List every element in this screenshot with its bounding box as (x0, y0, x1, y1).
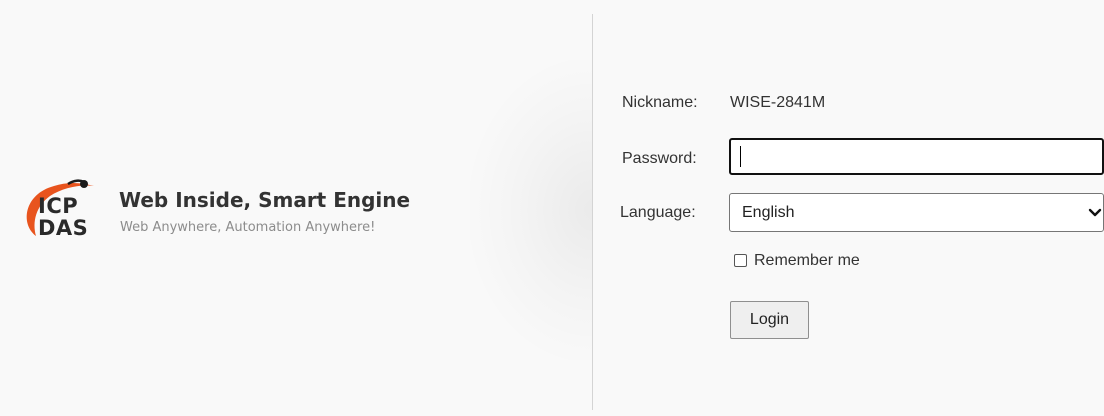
vertical-divider (592, 14, 593, 410)
password-label: Password: (622, 150, 697, 167)
logo-text-das: DAS (38, 216, 89, 240)
language-label: Language: (620, 204, 696, 221)
password-field[interactable] (729, 138, 1104, 175)
brand-subtagline: Web Anywhere, Automation Anywhere! (120, 220, 376, 235)
divider-shadow (470, 60, 592, 360)
remember-me-label: Remember me (754, 252, 860, 269)
chevron-down-icon (1087, 206, 1103, 225)
brand-block: ICP DAS Web Inside, Smart Engine Web Any… (14, 172, 454, 252)
logo-text-icp: ICP (38, 194, 79, 218)
brand-tagline: Web Inside, Smart Engine (119, 188, 411, 212)
language-select[interactable]: English (729, 193, 1104, 232)
login-button[interactable]: Login (730, 301, 809, 339)
remember-me-checkbox[interactable] (734, 254, 747, 267)
login-page: ICP DAS Web Inside, Smart Engine Web Any… (0, 0, 1104, 416)
nickname-value: WISE-2841M (730, 94, 826, 111)
nickname-label: Nickname: (622, 94, 698, 111)
language-selected-value: English (742, 204, 795, 221)
text-caret (740, 146, 741, 167)
icp-das-logo-icon: ICP DAS (14, 172, 106, 252)
